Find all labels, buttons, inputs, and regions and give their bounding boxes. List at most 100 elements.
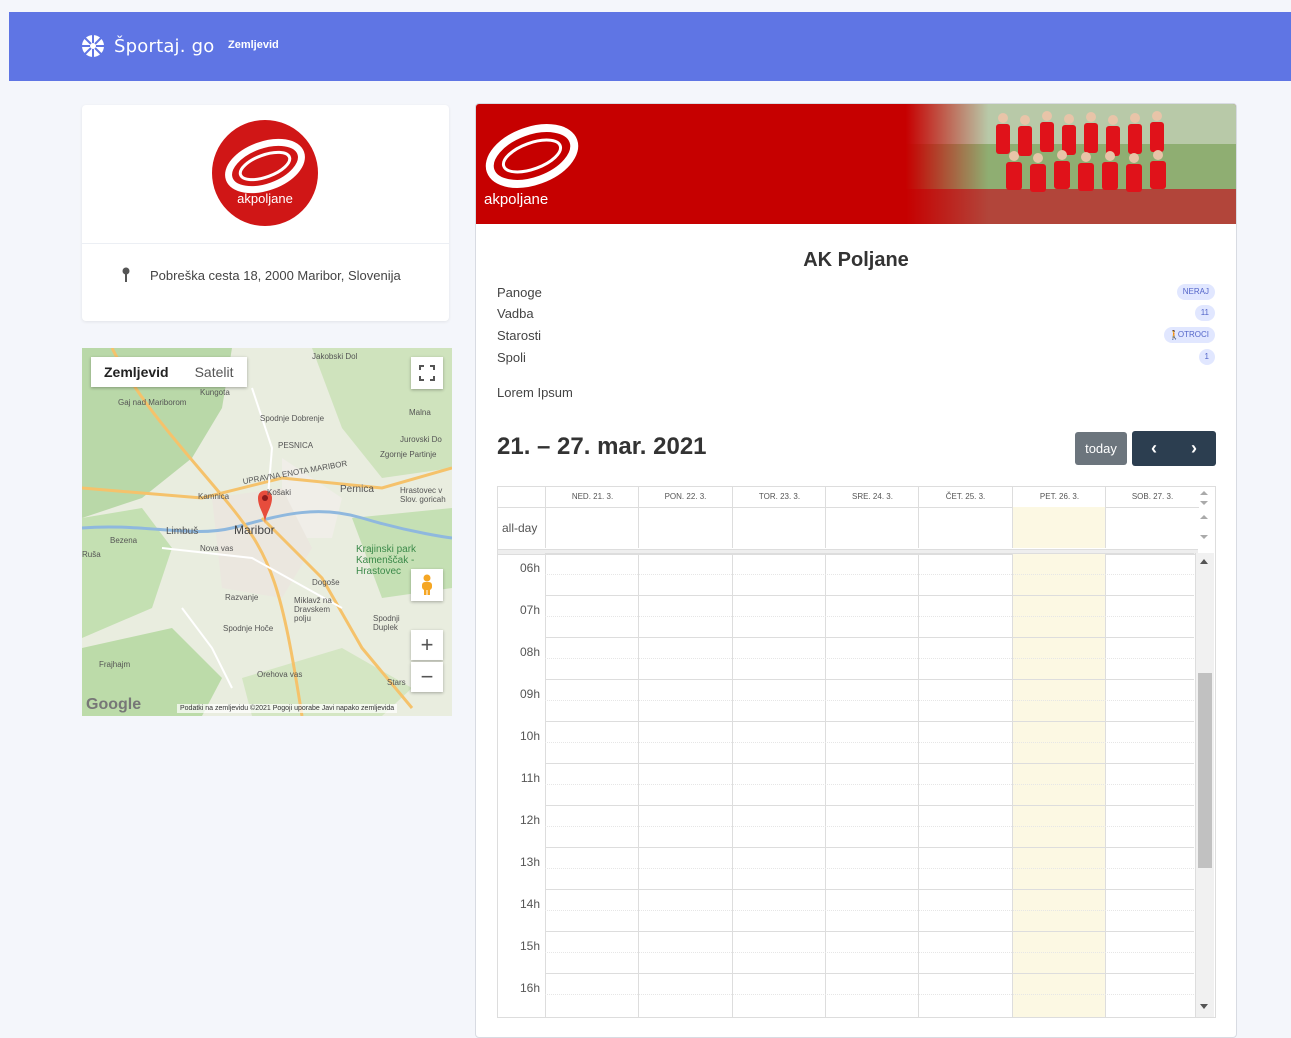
map-label-hrastovec: Hrastovec v Slov. goricah bbox=[400, 486, 446, 504]
day-header[interactable]: NED. 21. 3. bbox=[545, 487, 639, 508]
map-tab-satellite[interactable]: Satelit bbox=[182, 357, 247, 387]
nav-link-map[interactable]: Zemljevid bbox=[228, 39, 279, 51]
map-label-partinje: Zgornje Partinje bbox=[380, 450, 437, 459]
hour-slot-line bbox=[545, 763, 1194, 764]
hour-slot-line bbox=[545, 847, 1194, 848]
map-label-malna: Malna bbox=[409, 408, 431, 417]
brand[interactable]: Športaj. go bbox=[81, 34, 214, 58]
pegman-icon bbox=[422, 574, 432, 595]
map-label-maribor: Maribor bbox=[234, 523, 275, 537]
day-column[interactable] bbox=[638, 553, 732, 1017]
info-label: Panoge bbox=[497, 285, 542, 300]
time-label: 15h bbox=[519, 939, 540, 953]
time-label: 07h bbox=[519, 603, 540, 617]
day-column[interactable] bbox=[1105, 553, 1199, 1017]
half-hour-line bbox=[545, 658, 1194, 659]
all-day-cell[interactable] bbox=[732, 507, 826, 548]
club-description: Lorem Ipsum bbox=[497, 385, 573, 400]
info-badge: 1 bbox=[1198, 349, 1215, 365]
time-label: 16h bbox=[519, 981, 540, 995]
hour-slot-line bbox=[545, 931, 1194, 932]
today-column[interactable] bbox=[1012, 553, 1106, 1017]
hour-slot-line bbox=[545, 889, 1194, 890]
all-day-cell[interactable] bbox=[545, 507, 639, 548]
day-column[interactable] bbox=[918, 553, 1012, 1017]
half-hour-line bbox=[545, 784, 1194, 785]
map-pin-icon bbox=[122, 267, 130, 282]
brand-name: Športaj. go bbox=[114, 35, 215, 57]
map-label-nova-vas: Nova vas bbox=[200, 544, 234, 553]
time-label: 06h bbox=[519, 561, 540, 575]
map-footer[interactable]: Podatki na zemljevidu ©2021 Pogoji upora… bbox=[177, 704, 398, 713]
club-card: akpoljane Pobreška cesta 18, 2000 Maribo… bbox=[82, 105, 449, 321]
google-logo: Google bbox=[86, 696, 142, 713]
hour-slot-line bbox=[545, 553, 1194, 554]
time-label: 11h bbox=[520, 771, 540, 785]
scrollbar-thumb[interactable] bbox=[1198, 673, 1212, 868]
all-day-cell[interactable] bbox=[1012, 507, 1106, 548]
all-day-cell[interactable] bbox=[638, 507, 732, 548]
time-label: 14h bbox=[519, 897, 540, 911]
calendar-corner bbox=[498, 487, 545, 508]
hour-slot-line bbox=[545, 595, 1194, 596]
today-button[interactable]: today bbox=[1075, 432, 1127, 465]
all-day-cell[interactable] bbox=[918, 507, 1012, 548]
scroll-up-icon[interactable] bbox=[1200, 559, 1208, 564]
week-calendar: all-day NED. 21. 3. PON. 22. 3. TOR. 23. 3… bbox=[497, 486, 1216, 1018]
fullscreen-button[interactable] bbox=[411, 357, 443, 389]
location-map[interactable]: Kungota Gaj nad Mariborom Jakobski Dol S… bbox=[82, 348, 452, 716]
day-header[interactable]: ČET. 25. 3. bbox=[918, 487, 1012, 508]
map-label-gaj: Gaj nad Mariborom bbox=[118, 398, 187, 407]
map-label-razvanje: Razvanje bbox=[225, 593, 259, 602]
map-label-kamnica: Kamnica bbox=[198, 492, 230, 501]
day-header[interactable]: PON. 22. 3. bbox=[638, 487, 732, 508]
time-label: 09h bbox=[519, 687, 540, 701]
half-hour-line bbox=[545, 868, 1194, 869]
info-badge: NERAJ bbox=[1176, 284, 1215, 300]
day-header[interactable]: SOB. 27. 3. bbox=[1105, 487, 1199, 508]
prev-week-button[interactable]: ‹ bbox=[1132, 431, 1176, 466]
half-hour-line bbox=[545, 952, 1194, 953]
map-tab-roadmap[interactable]: Zemljevid bbox=[91, 357, 182, 387]
day-column[interactable] bbox=[732, 553, 826, 1017]
map-label-jakobski: Jakobski Dol bbox=[312, 352, 358, 361]
hour-slot-line bbox=[545, 637, 1194, 638]
top-navbar: Športaj. go Zemljevid bbox=[9, 12, 1291, 81]
hour-slot-line bbox=[545, 721, 1194, 722]
banner-logo: akpoljane bbox=[484, 124, 579, 208]
map-type-toggle: Zemljevid Satelit bbox=[91, 357, 247, 387]
info-label: Vadba bbox=[497, 306, 534, 321]
day-header[interactable]: SRE. 24. 3. bbox=[825, 487, 919, 508]
info-row-panoge: Panoge NERAJ bbox=[497, 283, 1215, 303]
day-header[interactable]: PET. 26. 3. bbox=[1012, 487, 1106, 508]
team-photo bbox=[906, 104, 1236, 224]
zoom-in-button[interactable]: + bbox=[411, 630, 443, 660]
minus-icon: − bbox=[420, 664, 434, 689]
street-view-button[interactable] bbox=[411, 569, 443, 601]
day-column[interactable] bbox=[825, 553, 919, 1017]
map-label-kungota: Kungota bbox=[200, 388, 230, 397]
all-day-cell[interactable] bbox=[1105, 507, 1199, 548]
all-day-cell[interactable] bbox=[825, 507, 919, 548]
zoom-out-button[interactable]: − bbox=[411, 662, 443, 692]
day-header[interactable]: TOR. 23. 3. bbox=[732, 487, 826, 508]
half-hour-line bbox=[545, 994, 1194, 995]
half-hour-line bbox=[545, 826, 1194, 827]
map-label-stars: Stars bbox=[387, 678, 406, 687]
hour-slot-line bbox=[545, 805, 1194, 806]
club-name: AK Poljane bbox=[803, 249, 909, 271]
map-label-dogose: Dogoše bbox=[312, 578, 340, 587]
half-hour-line bbox=[545, 742, 1194, 743]
info-badge: 🚶 OTROCI bbox=[1163, 327, 1215, 343]
map-label-bezena: Bezena bbox=[110, 536, 138, 545]
scroll-down-icon[interactable] bbox=[1200, 1004, 1208, 1009]
info-row-spoli: Spoli 1 bbox=[497, 348, 1215, 368]
day-column[interactable] bbox=[545, 553, 639, 1017]
next-week-button[interactable]: › bbox=[1172, 431, 1216, 466]
time-label: 08h bbox=[519, 645, 540, 659]
map-label-rusa: Ruša bbox=[82, 550, 101, 559]
time-label: 10h bbox=[519, 729, 540, 743]
info-badge: 11 bbox=[1194, 305, 1215, 321]
map-label-dobrenje: Spodnje Dobrenje bbox=[260, 414, 325, 423]
half-hour-line bbox=[545, 910, 1194, 911]
